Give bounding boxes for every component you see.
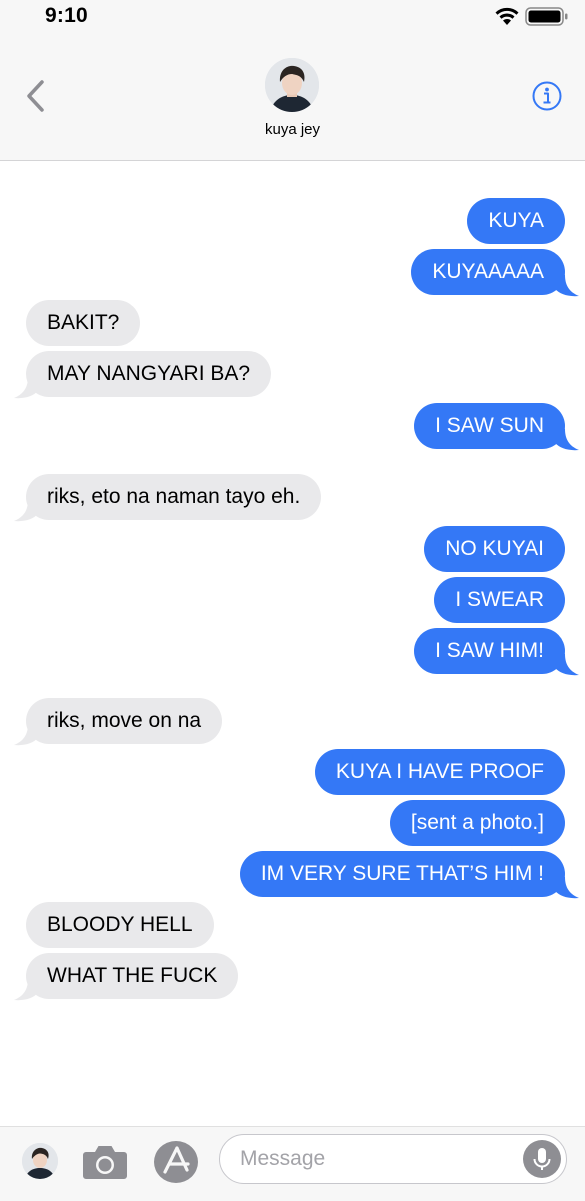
sent-message[interactable]: KUYA (467, 198, 565, 244)
bubble-tail (14, 724, 38, 746)
sent-message[interactable]: NO KUYAI (424, 526, 565, 572)
info-icon[interactable] (531, 80, 563, 112)
message-input[interactable]: Message (219, 1134, 567, 1184)
bubble-tail (555, 654, 579, 676)
bubble-tail (14, 979, 38, 1001)
received-message[interactable]: riks, move on na (26, 698, 223, 744)
received-message[interactable]: BLOODY HELL (26, 902, 214, 948)
composer-bar: Message (0, 1126, 585, 1201)
contact-name[interactable]: kuya jey (0, 121, 585, 138)
bubble-tail (14, 500, 38, 522)
status-bar: 9:10 (0, 0, 585, 34)
sent-message[interactable]: KUYAAAAA (411, 249, 565, 295)
received-message[interactable]: WHAT THE FUCK (26, 953, 239, 999)
app-store-icon[interactable] (152, 1139, 200, 1185)
camera-icon[interactable] (82, 1141, 128, 1181)
bubble-tail (555, 877, 579, 899)
received-message[interactable]: MAY NANGYARI BA? (26, 351, 272, 397)
bubble-tail (555, 429, 579, 451)
message-placeholder: Message (240, 1147, 326, 1170)
avatar-image (22, 1143, 58, 1179)
bubble-tail (555, 275, 579, 297)
message-list[interactable]: KUYA KUYAAAAA BAKIT? MAY NANGYARI BA? I … (0, 161, 585, 1121)
received-message[interactable]: BAKIT? (26, 300, 141, 346)
microphone-icon[interactable] (523, 1140, 561, 1178)
bubble-tail (14, 377, 38, 399)
contact-avatar[interactable] (265, 58, 319, 112)
sent-message[interactable]: [sent a photo.] (389, 800, 565, 846)
sent-message[interactable]: I SAW HIM! (414, 628, 565, 674)
sent-message[interactable]: I SWEAR (434, 577, 565, 623)
conversation-header: kuya jey (0, 34, 585, 161)
battery-icon (525, 7, 568, 26)
sent-message[interactable]: KUYA I HAVE PROOF (314, 749, 565, 795)
contact-avatar-image (265, 58, 319, 112)
status-time: 9:10 (45, 4, 88, 27)
back-button[interactable] (20, 78, 52, 114)
received-message[interactable]: riks, eto na naman tayo eh. (26, 474, 322, 520)
sent-message[interactable]: I SAW SUN (414, 403, 565, 449)
wifi-icon (495, 7, 519, 25)
memoji-avatar[interactable] (22, 1143, 58, 1179)
sent-message[interactable]: IM VERY SURE THAT’S HIM ! (239, 851, 565, 897)
